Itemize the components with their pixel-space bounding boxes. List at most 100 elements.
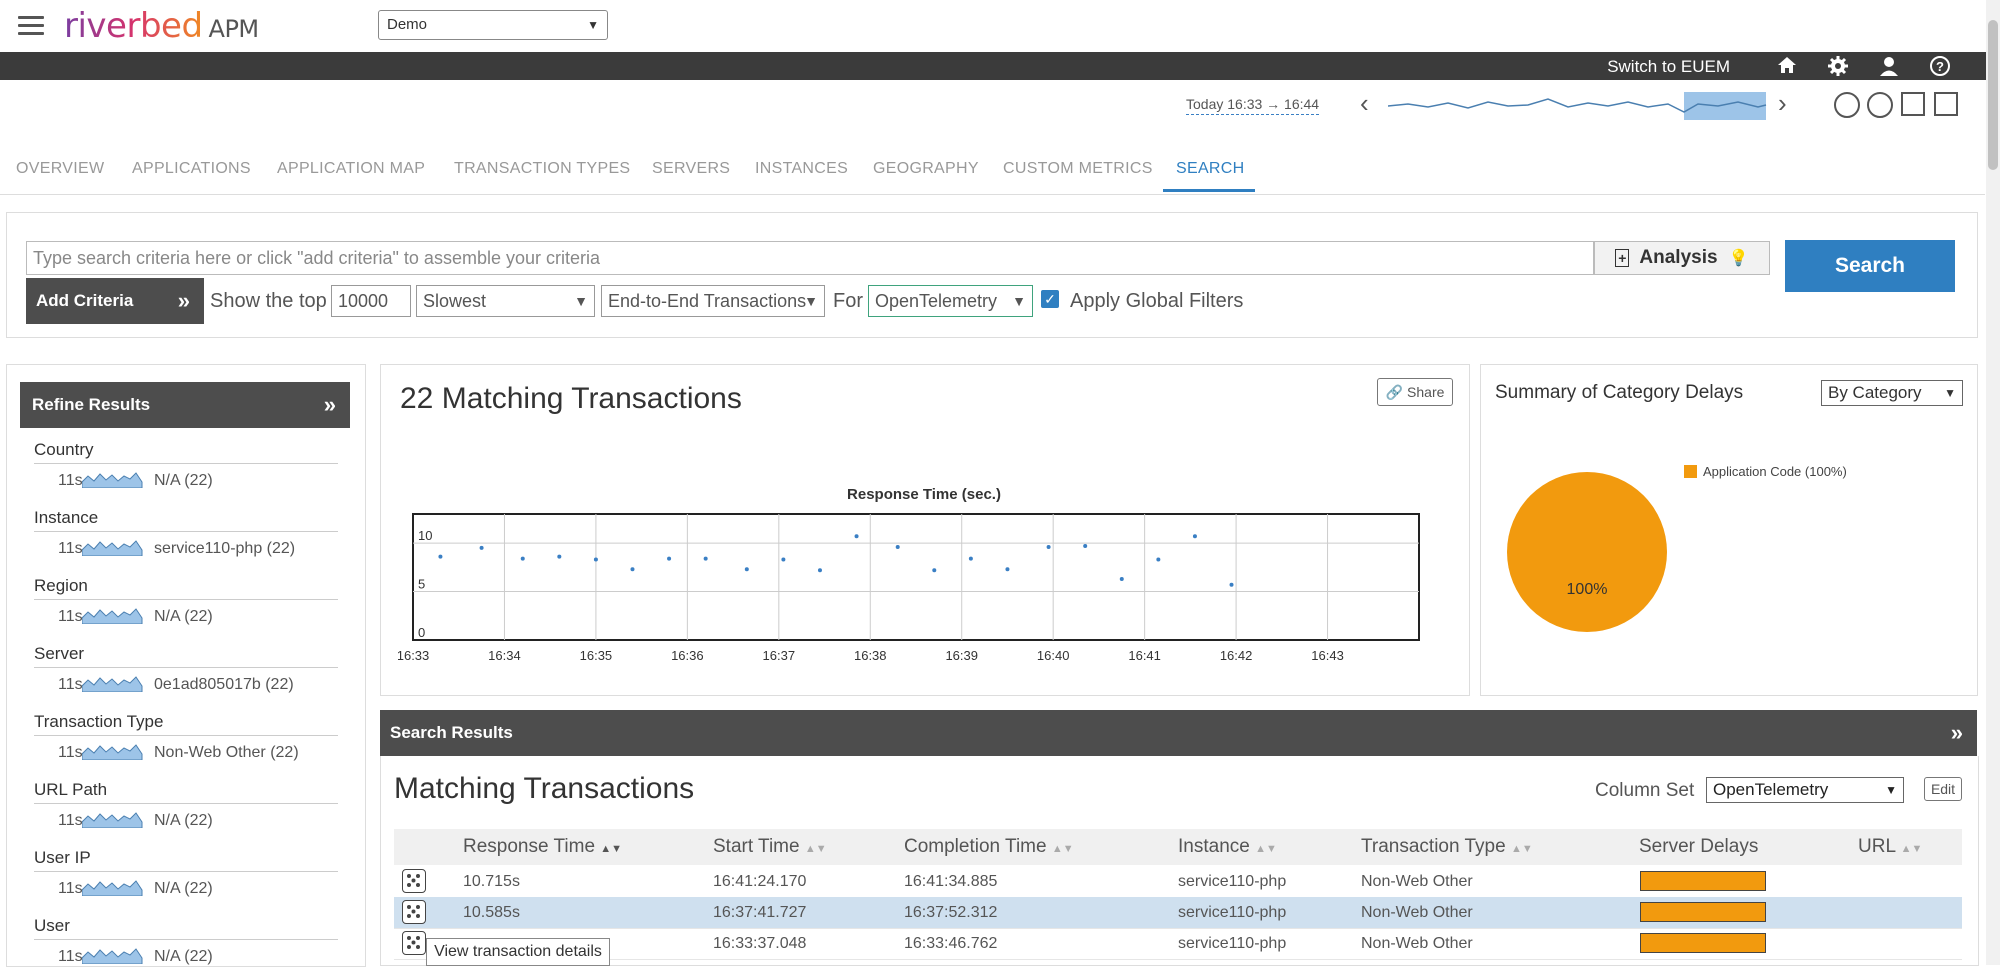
facet-value: N/A (22) bbox=[154, 608, 213, 625]
tab-transaction-types[interactable]: TRANSACTION TYPES bbox=[454, 160, 630, 178]
calendar-day-icon[interactable] bbox=[1901, 92, 1925, 116]
search-panel bbox=[6, 212, 1978, 338]
sort-select[interactable]: Slowest ▼ bbox=[416, 285, 595, 317]
transaction-details-icon[interactable] bbox=[402, 869, 426, 893]
refine-facet-row[interactable]: 11s Non-Web Other (22) bbox=[34, 742, 338, 764]
tab-geography[interactable]: GEOGRAPHY bbox=[873, 160, 979, 178]
x-tick-label: 16:35 bbox=[580, 648, 613, 663]
search-results-header[interactable]: Search Results » bbox=[380, 710, 1977, 756]
facet-duration: 11s bbox=[58, 472, 83, 489]
clock-icon[interactable] bbox=[1867, 92, 1893, 118]
refine-results-header[interactable]: Refine Results » bbox=[20, 382, 350, 428]
col-start-time[interactable]: Start Time ▲▼ bbox=[713, 836, 827, 858]
scatter-point[interactable] bbox=[630, 567, 635, 572]
transaction-details-icon[interactable] bbox=[402, 931, 426, 955]
double-chevron-right-icon: » bbox=[177, 288, 190, 313]
refine-facet-row[interactable]: 11s 0e1ad805017b (22) bbox=[34, 674, 338, 696]
col-response-time[interactable]: Response Time ▲▼ bbox=[463, 836, 622, 858]
scatter-point[interactable] bbox=[1229, 582, 1234, 587]
environment-select[interactable]: Demo ▼ bbox=[378, 10, 608, 40]
tab-search[interactable]: SEARCH bbox=[1176, 160, 1244, 178]
add-criteria-button[interactable]: Add Criteria » bbox=[26, 278, 204, 324]
col-instance[interactable]: Instance ▲▼ bbox=[1178, 836, 1277, 858]
refine-facet-row[interactable]: 11s N/A (22) bbox=[34, 470, 338, 492]
home-icon[interactable] bbox=[1775, 55, 1799, 77]
scatter-point[interactable] bbox=[744, 567, 749, 572]
calendar-month-icon[interactable] bbox=[1934, 92, 1958, 116]
help-icon[interactable]: ? bbox=[1928, 55, 1952, 77]
scatter-point[interactable] bbox=[667, 556, 672, 561]
page-scrollbar[interactable] bbox=[1986, 0, 2000, 965]
scatter-point[interactable] bbox=[1192, 534, 1197, 539]
history-clock-icon[interactable] bbox=[1834, 92, 1860, 118]
edit-button[interactable]: Edit bbox=[1924, 777, 1962, 801]
hamburger-menu-icon[interactable] bbox=[18, 16, 44, 36]
global-filters-checkbox[interactable]: ✓ bbox=[1041, 290, 1059, 308]
scatter-point[interactable] bbox=[932, 568, 937, 573]
top-count-input[interactable]: 10000 bbox=[331, 285, 411, 317]
scatter-point[interactable] bbox=[1156, 557, 1161, 562]
refine-facet-row[interactable]: 11s service110-php (22) bbox=[34, 538, 338, 560]
col-transaction-type[interactable]: Transaction Type ▲▼ bbox=[1361, 836, 1533, 858]
scatter-point[interactable] bbox=[703, 556, 708, 561]
col-completion-time[interactable]: Completion Time ▲▼ bbox=[904, 836, 1074, 858]
scatter-point[interactable] bbox=[557, 554, 562, 559]
scatter-point[interactable] bbox=[817, 568, 822, 573]
by-category-select[interactable]: By Category ▼ bbox=[1821, 380, 1963, 406]
facet-sparkline bbox=[82, 472, 143, 488]
tab-application-map[interactable]: APPLICATION MAP bbox=[277, 160, 425, 178]
refine-facet-row[interactable]: 11s N/A (22) bbox=[34, 810, 338, 832]
switch-euem-link[interactable]: Switch to EUEM bbox=[1607, 57, 1730, 77]
scatter-point[interactable] bbox=[520, 556, 525, 561]
scatter-point[interactable] bbox=[1083, 543, 1088, 548]
scatter-point[interactable] bbox=[593, 557, 598, 562]
server-delay-bar[interactable] bbox=[1640, 902, 1766, 922]
x-tick-label: 16:39 bbox=[945, 648, 978, 663]
tab-servers[interactable]: SERVERS bbox=[652, 160, 730, 178]
scatter-point[interactable] bbox=[781, 557, 786, 562]
tab-overview[interactable]: OVERVIEW bbox=[16, 160, 104, 178]
tab-instances[interactable]: INSTANCES bbox=[755, 160, 848, 178]
scatter-point[interactable] bbox=[895, 544, 900, 549]
column-set-select[interactable]: OpenTelemetry ▼ bbox=[1706, 777, 1904, 803]
server-delay-bar[interactable] bbox=[1640, 871, 1766, 891]
search-input[interactable]: Type search criteria here or click "add … bbox=[26, 241, 1594, 275]
col-server-delays[interactable]: Server Delays bbox=[1639, 836, 1758, 858]
refine-group: Server 11s 0e1ad805017b (22) bbox=[34, 644, 338, 696]
transaction-details-icon[interactable] bbox=[402, 900, 426, 924]
product-name: APM bbox=[208, 15, 260, 43]
link-icon: 🔗 bbox=[1385, 384, 1404, 400]
global-filters-label: Apply Global Filters bbox=[1070, 290, 1244, 312]
scatter-point[interactable] bbox=[854, 534, 859, 539]
chevron-right-icon[interactable]: › bbox=[1778, 88, 1787, 119]
tab-applications[interactable]: APPLICATIONS bbox=[132, 160, 251, 178]
tab-custom-metrics[interactable]: CUSTOM METRICS bbox=[1003, 160, 1153, 178]
transaction-details-tooltip: View transaction details bbox=[426, 938, 610, 966]
matching-title: 22 Matching Transactions bbox=[400, 382, 742, 415]
time-sparkline[interactable] bbox=[1388, 90, 1768, 122]
scatter-point[interactable] bbox=[479, 545, 484, 550]
brand-logo[interactable]: riverbed APM bbox=[64, 6, 259, 46]
chevron-left-icon[interactable]: ‹ bbox=[1360, 88, 1369, 119]
pie-slice-application-code[interactable] bbox=[1507, 472, 1667, 632]
gear-icon[interactable] bbox=[1826, 55, 1850, 77]
facet-duration: 11s bbox=[58, 812, 83, 829]
server-delay-bar[interactable] bbox=[1640, 933, 1766, 953]
environment-select-value: Demo bbox=[387, 16, 428, 33]
time-range-text[interactable]: Today 16:33 → 16:44 bbox=[1186, 96, 1320, 115]
scatter-point[interactable] bbox=[438, 554, 443, 559]
scatter-point[interactable] bbox=[1046, 544, 1051, 549]
scope-select[interactable]: End-to-End Transactions ▼ bbox=[601, 285, 825, 317]
facet-sparkline bbox=[82, 880, 143, 896]
refine-facet-row[interactable]: 11s N/A (22) bbox=[34, 878, 338, 900]
analysis-button[interactable]: + Analysis 💡 bbox=[1594, 241, 1770, 275]
for-select[interactable]: OpenTelemetry ▼ bbox=[868, 285, 1033, 317]
col-url[interactable]: URL ▲▼ bbox=[1858, 836, 1922, 858]
scatter-point[interactable] bbox=[1005, 567, 1010, 572]
user-icon[interactable] bbox=[1877, 55, 1901, 77]
scatter-point[interactable] bbox=[968, 556, 973, 561]
share-button[interactable]: 🔗 Share bbox=[1377, 378, 1453, 406]
refine-facet-row[interactable]: 11s N/A (22) bbox=[34, 606, 338, 628]
search-button[interactable]: Search bbox=[1785, 240, 1955, 292]
scatter-point[interactable] bbox=[1119, 576, 1124, 581]
